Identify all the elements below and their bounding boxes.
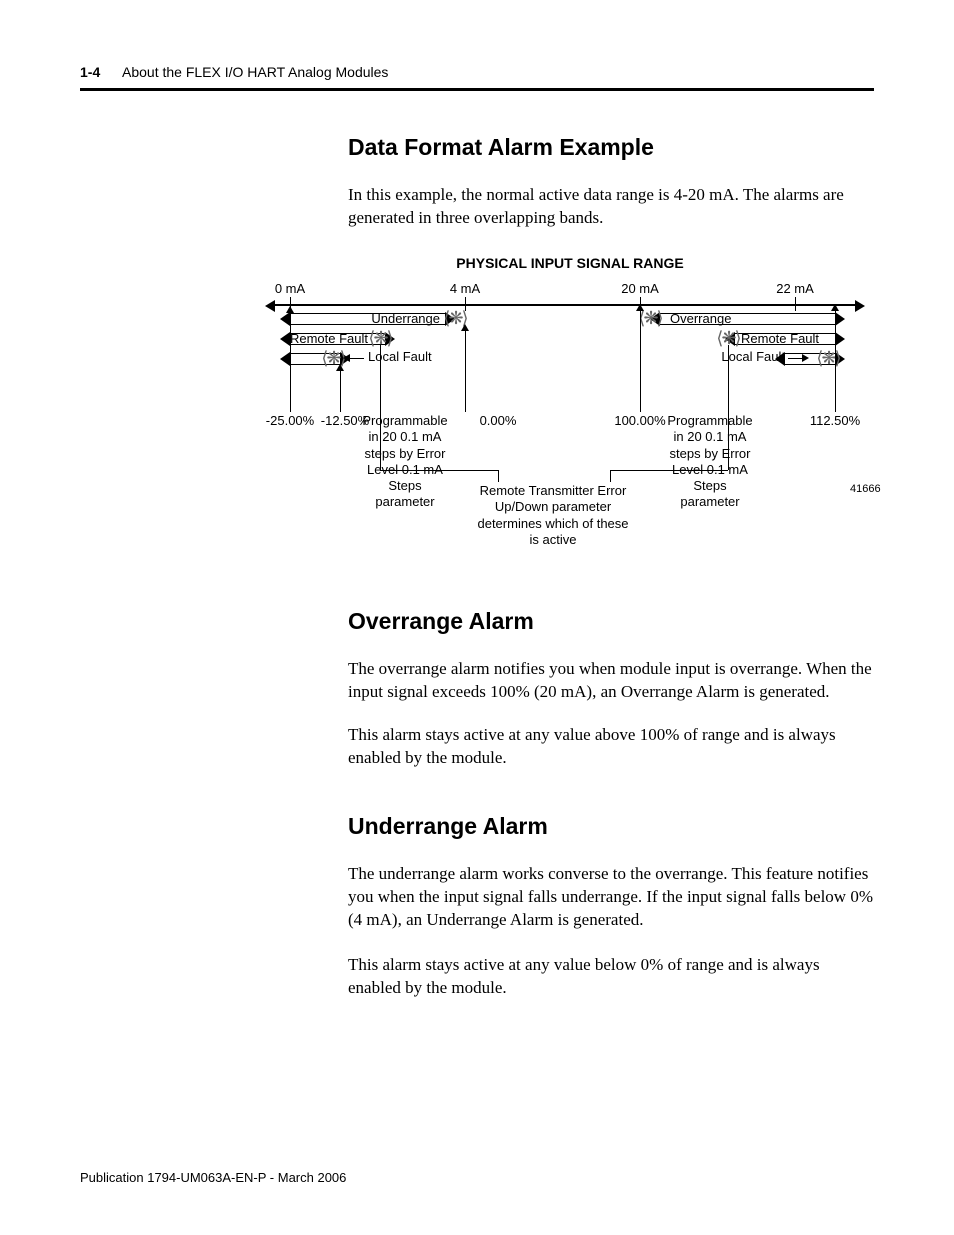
heading-overrange-alarm: Overrange Alarm	[348, 608, 534, 635]
page-number: 1-4	[80, 64, 100, 80]
paragraph-underrange-2: This alarm stays active at any value bel…	[348, 954, 874, 1000]
pct-label-0: 0.00%	[480, 413, 517, 428]
pointer-local-left	[350, 358, 364, 359]
pointer-local-right	[788, 358, 802, 359]
guide-arrow-22	[835, 310, 836, 412]
guide-arrow-4	[465, 330, 466, 412]
label-overrange: Overrange	[670, 311, 731, 326]
note-programmable-left: Programmable in 20 0.1 mA steps by Error…	[362, 413, 447, 511]
pct-label-m25: -25.00%	[266, 413, 314, 428]
heading-underrange-alarm: Underrange Alarm	[348, 813, 548, 840]
label-remote-fault-left: Remote Fault	[290, 331, 368, 346]
diagram-title: PHYSICAL INPUT SIGNAL RANGE	[456, 255, 683, 271]
pct-label-1125: 112.50%	[810, 413, 860, 428]
note-programmable-right: Programmable in 20 0.1 mA steps by Error…	[667, 413, 752, 511]
slider-icon: ⟨❋⟩	[638, 309, 661, 327]
label-remote-fault-right: Remote Fault	[741, 331, 819, 346]
slider-icon: ⟨❋⟩	[816, 349, 839, 367]
label-local-fault-right: Local Fault	[721, 350, 785, 365]
connector-right	[728, 345, 729, 470]
label-underrange: Underrange	[371, 311, 440, 326]
connector-left-drop	[498, 470, 499, 482]
guide-arrow-20	[640, 310, 641, 412]
footer-publication: Publication 1794-UM063A-EN-P - March 200…	[80, 1170, 346, 1185]
tick-label-20ma: 20 mA	[621, 281, 659, 296]
tick-label-4ma: 4 mA	[450, 281, 480, 296]
guide-arrow-0	[290, 312, 291, 412]
pct-label-100: 100.00%	[614, 413, 665, 428]
tick-label-0ma: 0 mA	[275, 281, 305, 296]
guide-arrow-m125	[340, 370, 341, 412]
tick-22ma	[795, 297, 796, 311]
paragraph-underrange-1: The underrange alarm works converse to t…	[348, 863, 874, 932]
connector-right-drop	[610, 470, 611, 482]
diagram-physical-input-signal-range: PHYSICAL INPUT SIGNAL RANGE 0 mA 4 mA 20…	[260, 255, 880, 565]
paragraph-overrange-1: The overrange alarm notifies you when mo…	[348, 658, 874, 704]
axis-main	[275, 304, 855, 306]
label-local-fault-left: Local Fault	[368, 350, 432, 365]
header-rule	[80, 88, 874, 91]
figure-number: 41666	[850, 483, 881, 495]
running-header-title: About the FLEX I/O HART Analog Modules	[122, 64, 388, 80]
paragraph-example-intro: In this example, the normal active data …	[348, 184, 874, 230]
heading-data-format-alarm-example: Data Format Alarm Example	[348, 134, 654, 161]
connector-left-h	[380, 470, 498, 471]
tick-label-22ma: 22 mA	[776, 281, 814, 296]
connector-right-h	[610, 470, 728, 471]
paragraph-overrange-2: This alarm stays active at any value abo…	[348, 724, 874, 770]
connector-left	[380, 345, 381, 470]
note-remote-transmitter: Remote Transmitter Error Up/Down paramet…	[477, 483, 628, 548]
